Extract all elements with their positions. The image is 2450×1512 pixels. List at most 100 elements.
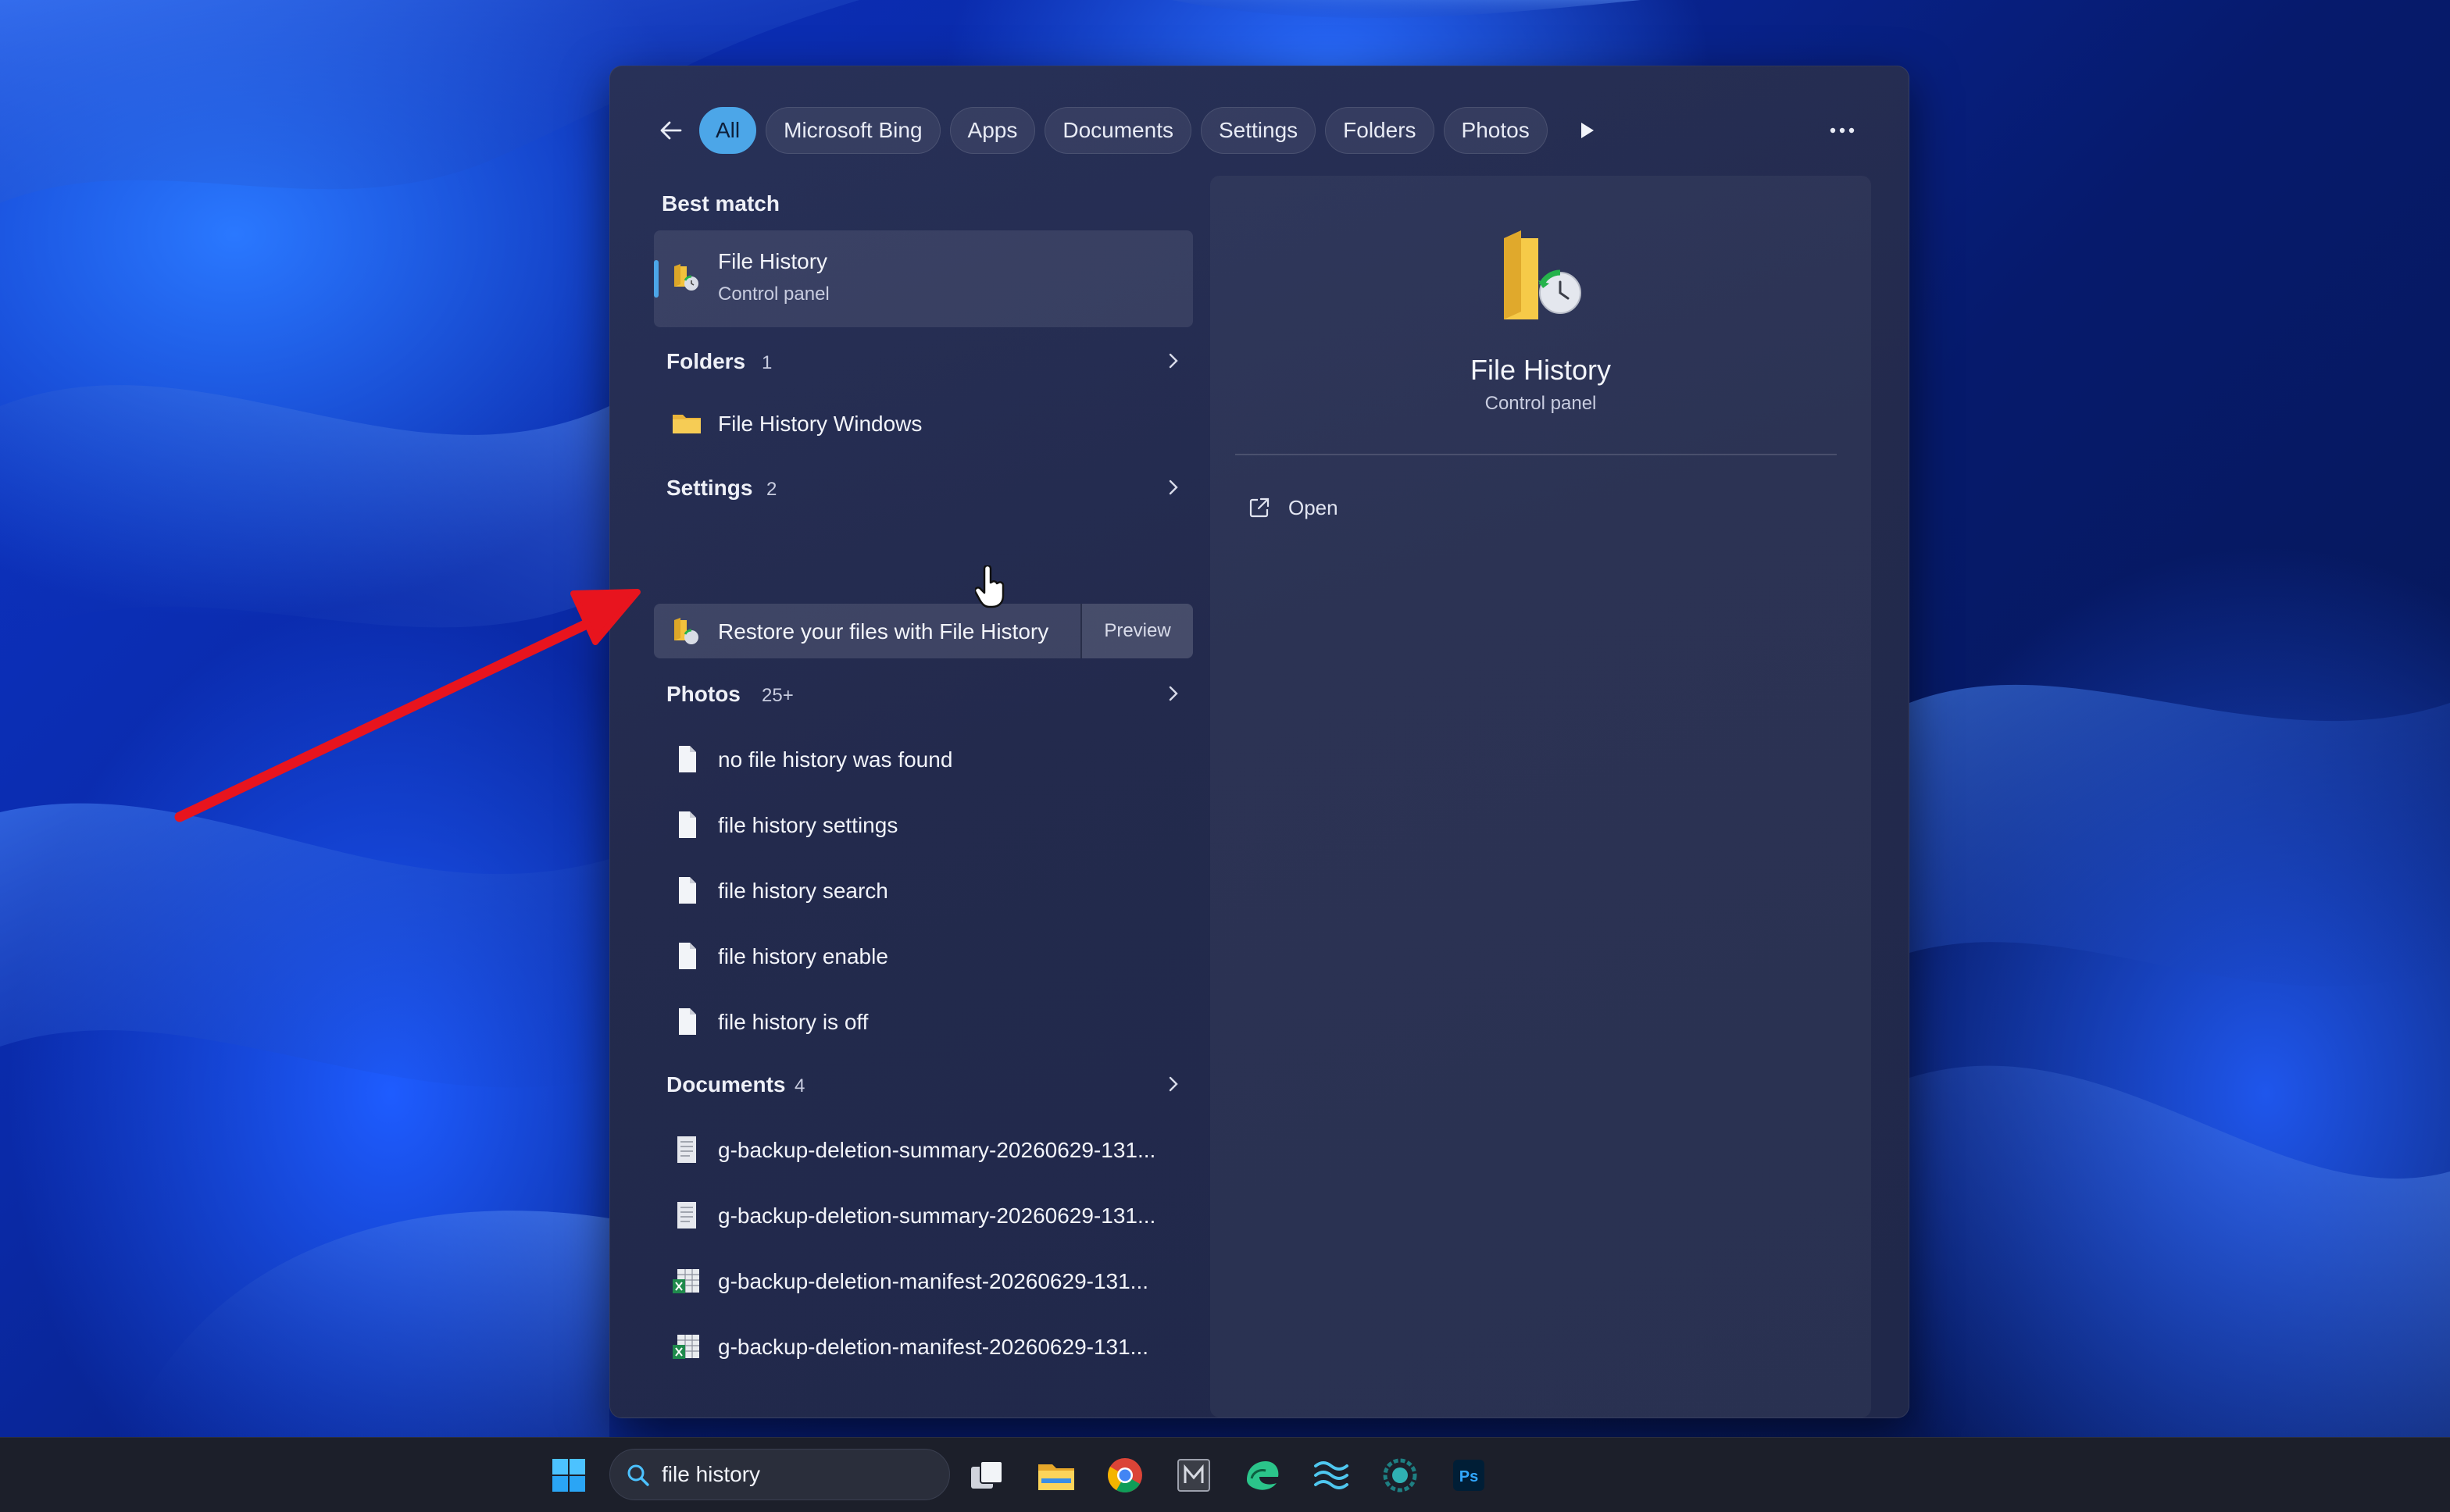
folder-icon	[673, 415, 701, 433]
photoshop-label: Ps	[1459, 1468, 1478, 1485]
settings-heading: Settings	[666, 476, 753, 500]
folders-group-header[interactable]: Folders 1	[654, 340, 1193, 383]
preview-subtitle: Control panel	[1484, 393, 1597, 414]
filter-chip-folders[interactable]: Folders	[1325, 107, 1434, 154]
selection-indicator	[654, 260, 659, 298]
back-button[interactable]	[649, 109, 693, 152]
best-match-heading: Best match	[662, 191, 780, 216]
chrome-icon	[1108, 1458, 1142, 1492]
folders-count: 1	[762, 352, 773, 373]
chevron-right-icon	[1169, 686, 1178, 701]
edge-dev-icon	[1247, 1461, 1279, 1490]
wave-app-icon	[1314, 1461, 1348, 1489]
circle-app-icon	[1383, 1458, 1417, 1492]
photos-group-header[interactable]: Photos 25+	[654, 672, 1193, 716]
document-icon	[679, 746, 696, 772]
list-item-label: g-backup-deletion-summary-20260629-131..…	[718, 1138, 1156, 1162]
list-item-label: g-backup-deletion-manifest-20260629-131.…	[718, 1269, 1149, 1293]
more-filters-button[interactable]	[1565, 109, 1609, 152]
documents-heading: Documents	[666, 1072, 786, 1097]
edge-dev-button[interactable]	[1238, 1450, 1288, 1500]
documents-group-header[interactable]: Documents 4	[654, 1063, 1193, 1107]
document-icon	[679, 877, 696, 904]
windows-start-icon	[552, 1459, 585, 1492]
search-input[interactable]	[662, 1459, 927, 1490]
settings-group-header[interactable]: Settings 2	[654, 466, 1193, 510]
list-item[interactable]: file history settings	[654, 797, 1193, 852]
start-search-panel: All Microsoft Bing Apps Documents Settin…	[609, 66, 1909, 1418]
list-item-restore-files[interactable]: Restore your files with File History Pre…	[654, 604, 1193, 658]
ellipsis-icon	[1830, 127, 1855, 134]
chevron-right-icon	[1169, 480, 1178, 495]
spreadsheet-icon	[673, 1269, 699, 1293]
folders-heading: Folders	[666, 349, 746, 373]
list-item-label: File History Windows	[718, 412, 923, 436]
open-action-button[interactable]: Open	[1248, 488, 1338, 527]
app-m-button[interactable]	[1169, 1450, 1219, 1500]
file-history-icon	[674, 264, 698, 291]
app-m-icon	[1177, 1459, 1210, 1492]
list-item[interactable]: file history enable	[654, 929, 1193, 983]
best-match-item[interactable]: File History Control panel	[654, 230, 1193, 327]
list-item[interactable]: g-backup-deletion-manifest-20260629-131.…	[654, 1253, 1193, 1308]
list-item-label: g-backup-deletion-summary-20260629-131..…	[718, 1204, 1156, 1228]
list-item-label: file history is off	[718, 1010, 869, 1034]
file-explorer-button[interactable]	[1031, 1450, 1081, 1500]
chrome-button[interactable]	[1100, 1450, 1150, 1500]
spreadsheet-icon	[673, 1335, 699, 1359]
list-item-label: file history search	[718, 879, 888, 903]
file-explorer-icon	[1038, 1464, 1074, 1490]
list-item[interactable]: file history search	[654, 863, 1193, 918]
task-view-icon	[971, 1460, 1003, 1489]
file-history-icon	[1504, 230, 1581, 319]
list-item[interactable]: File History Windows	[654, 396, 1193, 451]
documents-count: 4	[795, 1075, 805, 1097]
filter-chip-all[interactable]: All	[699, 107, 757, 154]
more-options-button[interactable]	[1817, 105, 1867, 155]
back-arrow-icon	[660, 121, 682, 140]
file-history-icon	[674, 618, 698, 644]
chevron-right-icon	[1169, 353, 1178, 369]
settings-count: 2	[766, 479, 777, 500]
hand-cursor-icon	[975, 565, 1005, 608]
best-match-subtitle: Control panel	[718, 284, 830, 305]
wave-app-button[interactable]	[1306, 1450, 1356, 1500]
list-item[interactable]: g-backup-deletion-summary-20260629-131..…	[654, 1188, 1193, 1243]
list-item-label: file history enable	[718, 944, 888, 968]
list-item[interactable]: g-backup-deletion-summary-20260629-131..…	[654, 1122, 1193, 1177]
list-item-label: Restore your files with File History	[718, 619, 1049, 644]
filter-bar: All Microsoft Bing Apps Documents Settin…	[649, 105, 1609, 155]
open-action-label: Open	[1288, 495, 1338, 519]
search-icon	[627, 1464, 649, 1486]
list-item[interactable]: file history is off	[654, 994, 1193, 1049]
document-icon	[679, 943, 696, 969]
list-item-label: no file history was found	[718, 747, 953, 772]
circle-app-button[interactable]	[1375, 1450, 1425, 1500]
list-item[interactable]: no file history was found	[654, 732, 1193, 786]
taskbar: Ps	[0, 1437, 2450, 1512]
filter-chip-apps[interactable]: Apps	[949, 107, 1036, 154]
filter-chip-photos[interactable]: Photos	[1443, 107, 1548, 154]
task-view-button[interactable]	[962, 1450, 1012, 1500]
start-button[interactable]	[544, 1450, 594, 1500]
text-file-icon	[677, 1136, 696, 1163]
list-item-label: g-backup-deletion-manifest-20260629-131.…	[718, 1335, 1149, 1359]
filter-chip-documents[interactable]: Documents	[1045, 107, 1191, 154]
chevron-right-icon	[1169, 1076, 1178, 1092]
best-match-title: File History	[718, 249, 828, 273]
photos-heading: Photos	[666, 682, 741, 706]
photoshop-icon: Ps	[1453, 1460, 1484, 1491]
filter-chip-microsoft-bing[interactable]: Microsoft Bing	[766, 107, 941, 154]
document-icon	[679, 811, 696, 838]
photoshop-button[interactable]: Ps	[1444, 1450, 1494, 1500]
document-icon	[679, 1008, 696, 1035]
preview-pane: File History Control panel Open	[1210, 176, 1871, 1418]
taskbar-search-box[interactable]	[609, 1449, 950, 1500]
filter-chip-settings[interactable]: Settings	[1200, 107, 1316, 154]
list-item-label: file history settings	[718, 813, 898, 837]
divider	[1235, 454, 1837, 455]
photos-count: 25+	[762, 685, 794, 706]
list-item[interactable]: g-backup-deletion-manifest-20260629-131.…	[654, 1319, 1193, 1374]
preview-title: File History	[1470, 354, 1612, 386]
preview-button[interactable]: Preview	[1080, 604, 1193, 658]
